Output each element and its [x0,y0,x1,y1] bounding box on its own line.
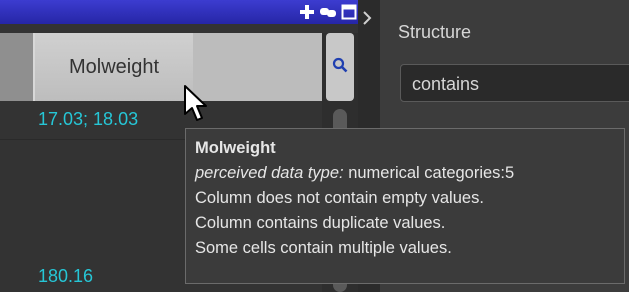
header-cell-previous[interactable] [0,33,33,101]
header-empty-area [193,33,322,101]
view-titlebar [0,0,358,24]
tooltip-data-type: perceived data type: numerical categorie… [195,161,624,186]
tooltip-type-value: numerical categories:5 [343,164,515,182]
table-cell[interactable]: 17.03; 18.03 [38,109,138,130]
contains-dropdown[interactable]: contains [400,64,629,102]
structure-label: Structure [398,22,472,42]
tooltip-line: Some cells contain multiple values. [195,239,452,257]
chevron-right-icon[interactable] [362,10,372,30]
table-cell[interactable]: 180.16 [38,266,93,287]
tooltip-line: Column does not contain empty values. [195,189,484,207]
titlebar-icons [298,2,358,22]
link-icon[interactable] [319,3,337,21]
mouse-pointer-icon [183,84,209,124]
column-header-molweight[interactable]: Molweight [35,33,193,101]
plus-icon[interactable] [298,3,316,21]
search-button[interactable] [326,33,354,101]
table-header-row: Molweight [0,33,322,101]
tooltip-line: Column contains duplicate values. [195,214,446,232]
tooltip-type-prefix: perceived data type: [195,164,344,182]
column-tooltip: Molweight perceived data type: numerical… [185,128,625,284]
tooltip-title: Molweight [195,139,276,157]
window-icon[interactable] [340,3,358,21]
search-icon [332,57,348,77]
